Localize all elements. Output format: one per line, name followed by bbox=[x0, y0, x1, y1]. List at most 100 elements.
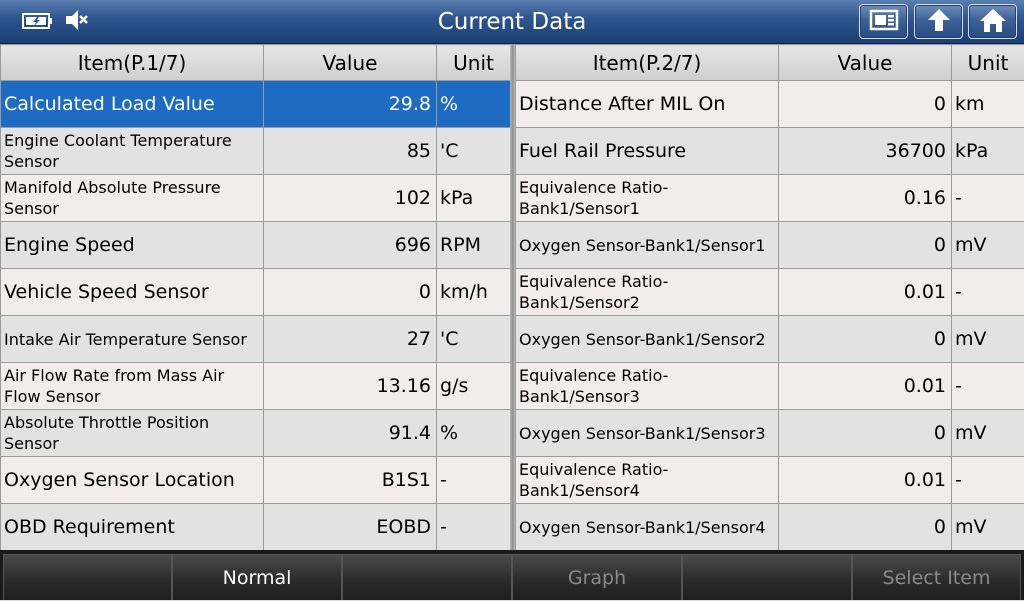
item-unit: kPa bbox=[437, 175, 511, 222]
empty-button-3[interactable] bbox=[682, 554, 852, 600]
item-unit: - bbox=[952, 269, 1024, 316]
item-unit: kPa bbox=[952, 128, 1024, 175]
item-value: 0.01 bbox=[779, 457, 952, 504]
column-header-item: Item(P.1/7) bbox=[1, 45, 264, 81]
item-value: 85 bbox=[264, 128, 437, 175]
table-row[interactable]: Calculated Load Value 29.8 % bbox=[1, 81, 511, 128]
table-row[interactable]: Equivalence Ratio-Bank1/Sensor1 0.16 - bbox=[516, 175, 1024, 222]
item-name: Oxygen Sensor-Bank1/Sensor2 bbox=[516, 316, 779, 363]
item-name: Absolute Throttle Position Sensor bbox=[1, 410, 264, 457]
item-value: 13.16 bbox=[264, 363, 437, 410]
item-unit: km bbox=[952, 81, 1024, 128]
home-button[interactable] bbox=[968, 4, 1017, 39]
item-name: Engine Coolant Temperature Sensor bbox=[1, 128, 264, 175]
table-row[interactable]: Absolute Throttle Position Sensor 91.4 % bbox=[1, 410, 511, 457]
item-name: Oxygen Sensor-Bank1/Sensor1 bbox=[516, 222, 779, 269]
column-header-unit: Unit bbox=[437, 45, 511, 81]
item-value: EOBD bbox=[264, 504, 437, 551]
item-unit: - bbox=[952, 175, 1024, 222]
item-value: 91.4 bbox=[264, 410, 437, 457]
item-unit: 'C bbox=[437, 316, 511, 363]
home-icon bbox=[978, 7, 1008, 37]
empty-button-1[interactable] bbox=[3, 554, 172, 600]
table-row[interactable]: Air Flow Rate from Mass Air Flow Sensor … bbox=[1, 363, 511, 410]
item-unit: % bbox=[437, 410, 511, 457]
column-header-unit: Unit bbox=[952, 45, 1024, 81]
item-name: Calculated Load Value bbox=[1, 81, 264, 128]
item-unit: mV bbox=[952, 410, 1024, 457]
right-data-table: Item(P.2/7) Value Unit Distance After MI… bbox=[515, 44, 1024, 550]
item-name: Intake Air Temperature Sensor bbox=[1, 316, 264, 363]
table-row[interactable]: Equivalence Ratio-Bank1/Sensor2 0.01 - bbox=[516, 269, 1024, 316]
title-bar: Current Data bbox=[0, 0, 1024, 44]
item-value: 0.16 bbox=[779, 175, 952, 222]
graph-button[interactable]: Graph bbox=[512, 554, 682, 600]
left-data-table: Item(P.1/7) Value Unit Calculated Load V… bbox=[0, 44, 510, 550]
item-name: Fuel Rail Pressure bbox=[516, 128, 779, 175]
back-button[interactable] bbox=[914, 4, 963, 39]
normal-button[interactable]: Normal bbox=[172, 554, 342, 600]
table-row[interactable]: Distance After MIL On 0 km bbox=[516, 81, 1024, 128]
item-name: OBD Requirement bbox=[1, 504, 264, 551]
table-row[interactable]: Manifold Absolute Pressure Sensor 102 kP… bbox=[1, 175, 511, 222]
column-header-value: Value bbox=[264, 45, 437, 81]
item-value: 0 bbox=[264, 269, 437, 316]
item-value: 29.8 bbox=[264, 81, 437, 128]
item-unit: % bbox=[437, 81, 511, 128]
item-unit: mV bbox=[952, 316, 1024, 363]
column-header-item: Item(P.2/7) bbox=[516, 45, 779, 81]
item-unit: - bbox=[437, 457, 511, 504]
item-unit: - bbox=[952, 457, 1024, 504]
item-name: Distance After MIL On bbox=[516, 81, 779, 128]
table-row[interactable]: Oxygen Sensor-Bank1/Sensor1 0 mV bbox=[516, 222, 1024, 269]
back-icon bbox=[924, 7, 954, 37]
item-name: Air Flow Rate from Mass Air Flow Sensor bbox=[1, 363, 264, 410]
item-name: Equivalence Ratio-Bank1/Sensor1 bbox=[516, 175, 779, 222]
item-unit: RPM bbox=[437, 222, 511, 269]
item-unit: 'C bbox=[437, 128, 511, 175]
item-name: Vehicle Speed Sensor bbox=[1, 269, 264, 316]
table-row[interactable]: Engine Speed 696 RPM bbox=[1, 222, 511, 269]
item-value: 0 bbox=[779, 504, 952, 551]
item-value: 0.01 bbox=[779, 269, 952, 316]
select-item-button[interactable]: Select Item bbox=[852, 554, 1021, 600]
item-value: 27 bbox=[264, 316, 437, 363]
table-row[interactable]: Equivalence Ratio-Bank1/Sensor3 0.01 - bbox=[516, 363, 1024, 410]
table-row[interactable]: Equivalence Ratio-Bank1/Sensor4 0.01 - bbox=[516, 457, 1024, 504]
item-value: 0.01 bbox=[779, 363, 952, 410]
table-row[interactable]: Oxygen Sensor-Bank1/Sensor4 0 mV bbox=[516, 504, 1024, 551]
item-value: 0 bbox=[779, 81, 952, 128]
item-value: 36700 bbox=[779, 128, 952, 175]
report-icon bbox=[869, 8, 899, 36]
item-value: 696 bbox=[264, 222, 437, 269]
item-name: Manifold Absolute Pressure Sensor bbox=[1, 175, 264, 222]
item-unit: mV bbox=[952, 504, 1024, 551]
item-name: Equivalence Ratio-Bank1/Sensor2 bbox=[516, 269, 779, 316]
table-row[interactable]: OBD Requirement EOBD - bbox=[1, 504, 511, 551]
item-name: Engine Speed bbox=[1, 222, 264, 269]
item-value: 0 bbox=[779, 222, 952, 269]
item-name: Equivalence Ratio-Bank1/Sensor4 bbox=[516, 457, 779, 504]
item-unit: - bbox=[952, 363, 1024, 410]
table-row[interactable]: Engine Coolant Temperature Sensor 85 'C bbox=[1, 128, 511, 175]
table-row[interactable]: Oxygen Sensor Location B1S1 - bbox=[1, 457, 511, 504]
item-value: 0 bbox=[779, 316, 952, 363]
table-row[interactable]: Vehicle Speed Sensor 0 km/h bbox=[1, 269, 511, 316]
item-unit: km/h bbox=[437, 269, 511, 316]
item-value: B1S1 bbox=[264, 457, 437, 504]
table-row[interactable]: Fuel Rail Pressure 36700 kPa bbox=[516, 128, 1024, 175]
item-name: Oxygen Sensor-Bank1/Sensor4 bbox=[516, 504, 779, 551]
table-row[interactable]: Oxygen Sensor-Bank1/Sensor2 0 mV bbox=[516, 316, 1024, 363]
bottom-toolbar: Normal Graph Select Item bbox=[0, 550, 1024, 600]
item-unit: - bbox=[437, 504, 511, 551]
table-row[interactable]: Intake Air Temperature Sensor 27 'C bbox=[1, 316, 511, 363]
report-button[interactable] bbox=[859, 4, 908, 39]
item-unit: g/s bbox=[437, 363, 511, 410]
item-value: 0 bbox=[779, 410, 952, 457]
empty-button-2[interactable] bbox=[342, 554, 512, 600]
column-header-value: Value bbox=[779, 45, 952, 81]
table-row[interactable]: Oxygen Sensor-Bank1/Sensor3 0 mV bbox=[516, 410, 1024, 457]
item-name: Oxygen Sensor Location bbox=[1, 457, 264, 504]
item-value: 102 bbox=[264, 175, 437, 222]
item-name: Oxygen Sensor-Bank1/Sensor3 bbox=[516, 410, 779, 457]
